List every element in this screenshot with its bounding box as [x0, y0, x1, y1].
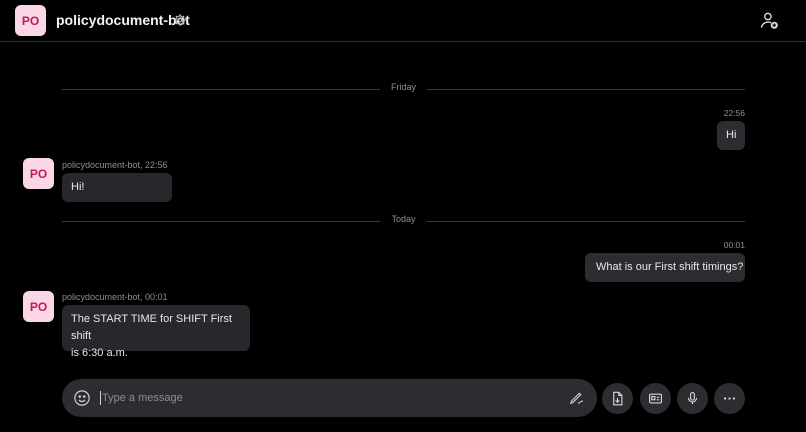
message-text: Hi: [726, 129, 737, 141]
chat-title[interactable]: policydocument-bot: [56, 12, 190, 28]
bot-avatar[interactable]: PO: [15, 5, 46, 36]
text-cursor: [100, 391, 101, 405]
microphone-button[interactable]: [677, 383, 708, 414]
date-divider-label: Today: [391, 214, 416, 224]
attach-file-button[interactable]: [602, 383, 633, 414]
message-time: 22:56: [723, 108, 745, 118]
more-options-button[interactable]: [714, 383, 745, 414]
emoji-icon[interactable]: [73, 389, 91, 407]
divider-line: [427, 89, 745, 90]
message-meta: policydocument-bot, 22:56: [62, 160, 168, 170]
message-time: 00:01: [723, 240, 745, 250]
gear-icon[interactable]: [173, 13, 187, 27]
contact-card-button[interactable]: [640, 383, 671, 414]
message-text-line: is 6:30 a.m.: [71, 347, 128, 359]
chat-header: PO policydocument-bot: [0, 0, 806, 42]
card-icon: [649, 393, 662, 404]
divider-line: [427, 221, 745, 222]
outgoing-message-bubble[interactable]: Hi: [717, 121, 745, 150]
message-composer: [62, 379, 597, 417]
date-divider: Friday: [62, 82, 745, 96]
outgoing-message-bubble[interactable]: What is our First shift timings?: [585, 253, 745, 282]
date-divider-label: Friday: [390, 82, 416, 92]
incoming-message-bubble[interactable]: Hi!: [62, 173, 172, 202]
message-text-line: The START TIME for SHIFT First shift: [71, 313, 232, 342]
bot-avatar[interactable]: PO: [23, 291, 54, 322]
bot-avatar[interactable]: PO: [23, 158, 54, 189]
microphone-icon: [687, 392, 698, 405]
add-user-icon[interactable]: [760, 11, 779, 30]
incoming-message-bubble[interactable]: The START TIME for SHIFT First shift is …: [62, 305, 250, 359]
message-text: What is our First shift timings?: [596, 261, 744, 273]
message-meta: policydocument-bot, 00:01: [62, 292, 168, 302]
more-icon: [724, 397, 735, 400]
message-input[interactable]: [102, 388, 542, 408]
message-text: Hi!: [71, 181, 85, 193]
attach-file-icon: [613, 391, 623, 406]
pen-icon[interactable]: [568, 389, 585, 406]
date-divider: Today: [62, 214, 745, 228]
